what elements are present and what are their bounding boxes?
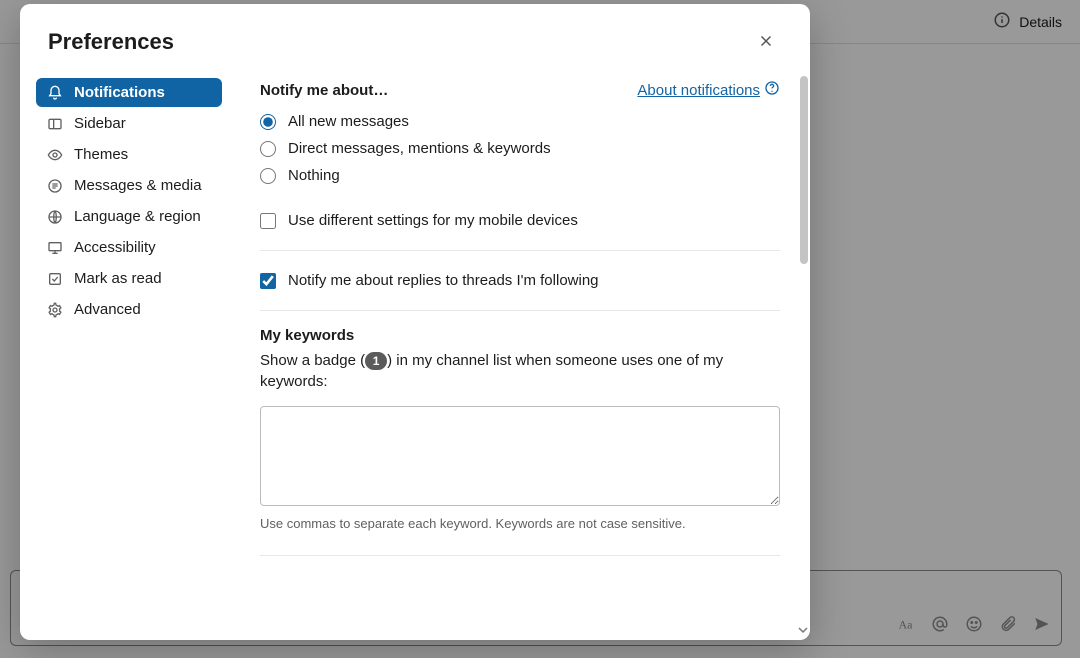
- keywords-input[interactable]: [260, 406, 780, 506]
- about-notifications-link[interactable]: About notifications: [637, 80, 780, 100]
- notify-option-all[interactable]: All new messages: [260, 108, 780, 135]
- notifications-panel: Notify me about… About notifications All…: [230, 68, 810, 640]
- check-square-icon: [46, 271, 64, 287]
- divider: [260, 555, 780, 556]
- radio-dm[interactable]: [260, 141, 276, 157]
- radio-label: All new messages: [288, 113, 409, 130]
- thread-replies-row[interactable]: Notify me about replies to threads I'm f…: [260, 267, 780, 294]
- help-icon: [764, 80, 780, 100]
- keywords-description: Show a badge (1) in my channel list when…: [260, 350, 780, 392]
- sidebar-item-label: Messages & media: [74, 177, 202, 194]
- panel-icon: [46, 116, 64, 132]
- sidebar-item-accessibility[interactable]: Accessibility: [36, 233, 222, 262]
- scroll-down-icon[interactable]: [798, 622, 808, 636]
- sidebar-item-label: Sidebar: [74, 115, 126, 132]
- radio-label: Direct messages, mentions & keywords: [288, 140, 551, 157]
- radio-all[interactable]: [260, 114, 276, 130]
- sidebar-item-label: Notifications: [74, 84, 165, 101]
- mobile-settings-checkbox[interactable]: [260, 213, 276, 229]
- bell-icon: [46, 85, 64, 101]
- keywords-heading: My keywords: [260, 327, 780, 344]
- divider: [260, 310, 780, 311]
- sidebar-item-advanced[interactable]: Advanced: [36, 295, 222, 324]
- sidebar-item-themes[interactable]: Themes: [36, 140, 222, 169]
- keywords-hint: Use commas to separate each keyword. Key…: [260, 516, 780, 531]
- sidebar-item-language[interactable]: Language & region: [36, 202, 222, 231]
- close-icon: [757, 32, 775, 53]
- checkbox-label: Use different settings for my mobile dev…: [288, 212, 578, 229]
- mobile-settings-row[interactable]: Use different settings for my mobile dev…: [260, 207, 780, 234]
- sidebar-item-sidebar[interactable]: Sidebar: [36, 109, 222, 138]
- notify-option-dm[interactable]: Direct messages, mentions & keywords: [260, 135, 780, 162]
- notify-heading: Notify me about…: [260, 82, 388, 99]
- eye-icon: [46, 147, 64, 163]
- divider: [260, 250, 780, 251]
- sidebar-item-mark-read[interactable]: Mark as read: [36, 264, 222, 293]
- sidebar-item-label: Themes: [74, 146, 128, 163]
- about-notifications-label: About notifications: [637, 82, 760, 99]
- thread-replies-checkbox[interactable]: [260, 273, 276, 289]
- sidebar-item-messages[interactable]: Messages & media: [36, 171, 222, 200]
- preferences-sidebar: Notifications Sidebar Themes Messages & …: [20, 68, 230, 640]
- gear-icon: [46, 302, 64, 318]
- sidebar-item-label: Mark as read: [74, 270, 162, 287]
- notify-option-nothing[interactable]: Nothing: [260, 162, 780, 189]
- message-icon: [46, 178, 64, 194]
- radio-label: Nothing: [288, 167, 340, 184]
- modal-title: Preferences: [48, 29, 174, 55]
- sidebar-item-label: Accessibility: [74, 239, 156, 256]
- scrollbar-thumb[interactable]: [800, 76, 808, 264]
- sidebar-item-label: Language & region: [74, 208, 201, 225]
- globe-icon: [46, 209, 64, 225]
- keywords-desc-pre: Show a badge (: [260, 352, 365, 369]
- sidebar-item-label: Advanced: [74, 301, 141, 318]
- desktop-icon: [46, 240, 64, 256]
- badge-example: 1: [365, 352, 387, 370]
- close-button[interactable]: [750, 26, 782, 58]
- checkbox-label: Notify me about replies to threads I'm f…: [288, 272, 599, 289]
- sidebar-item-notifications[interactable]: Notifications: [36, 78, 222, 107]
- preferences-modal: Preferences Notifications Sidebar: [20, 4, 810, 640]
- radio-nothing[interactable]: [260, 168, 276, 184]
